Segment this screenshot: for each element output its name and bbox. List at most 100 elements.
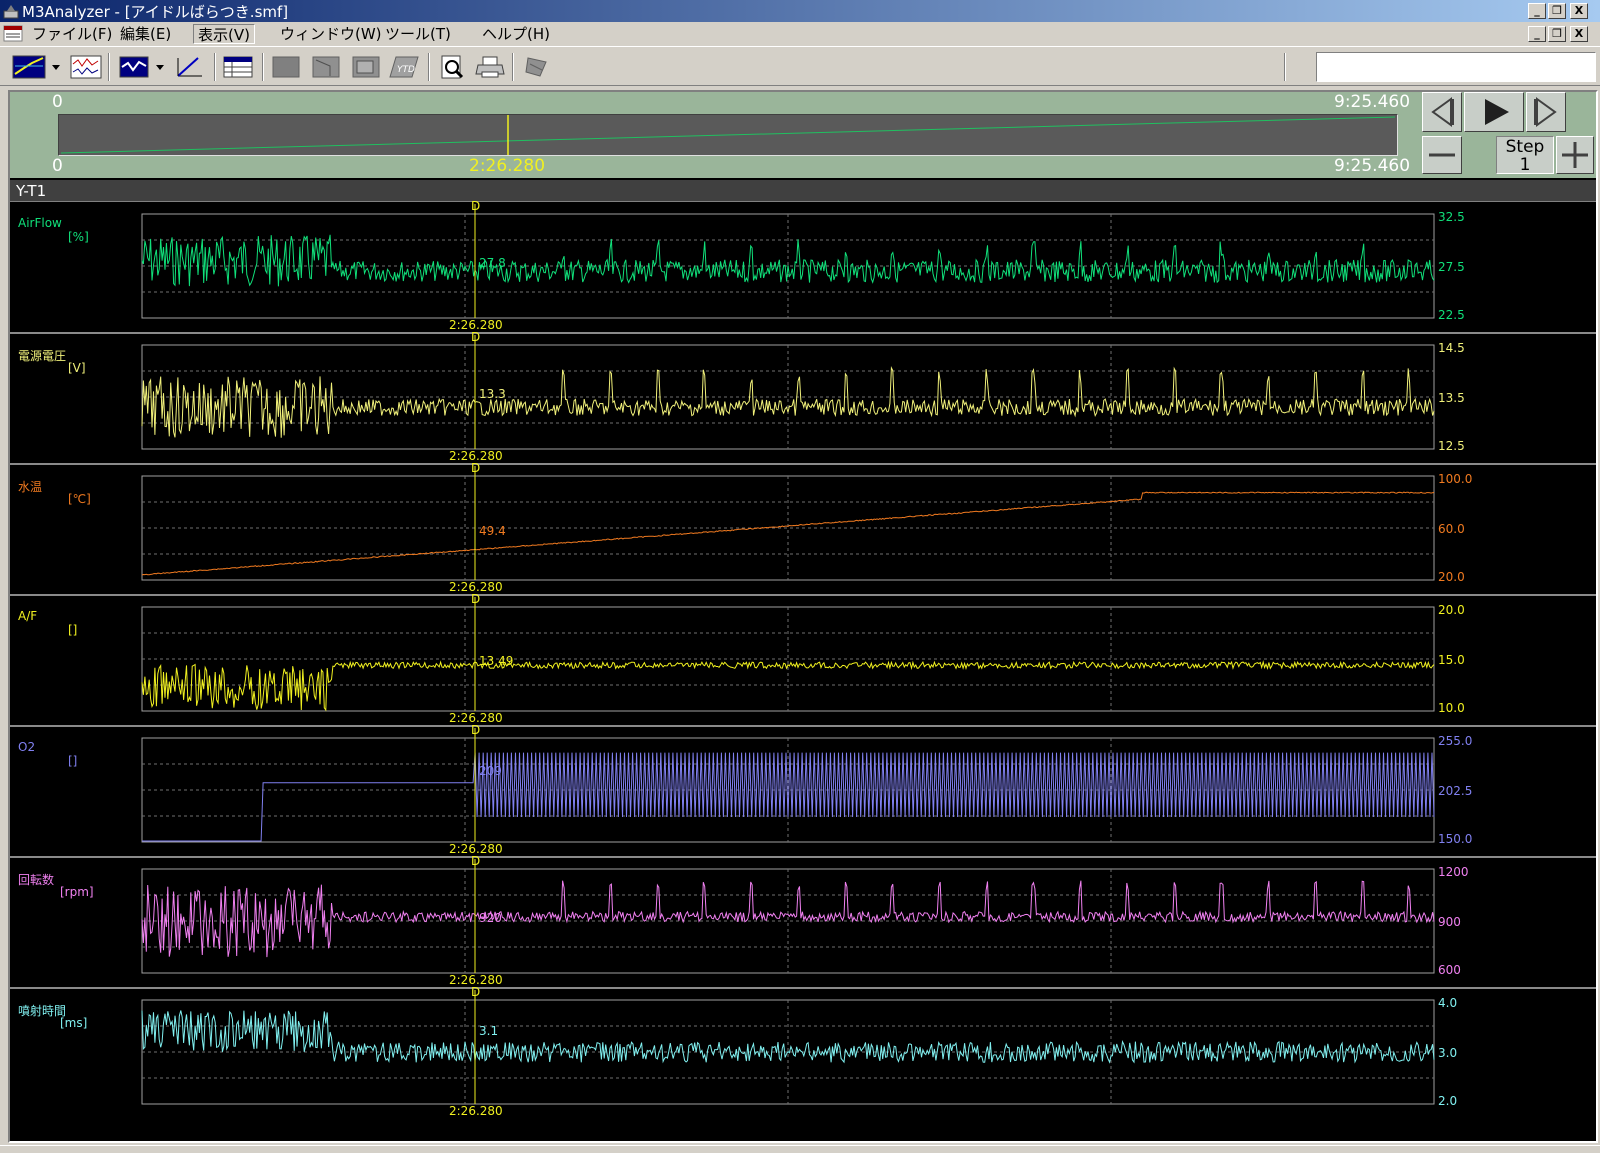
- timeline-start-bottom: 0: [52, 156, 63, 176]
- axis-tick-label: 150.0: [1438, 832, 1473, 846]
- print-preview-icon[interactable]: [436, 54, 468, 80]
- axis-tick-label: 255.0: [1438, 734, 1473, 748]
- play-icon: [1485, 99, 1509, 125]
- chevron-down-icon[interactable]: [154, 54, 166, 80]
- axis-tick-label: 10.0: [1438, 701, 1465, 715]
- measure-icon[interactable]: [174, 54, 206, 80]
- timeline-start-top: 0: [52, 92, 63, 112]
- toolbar-separator: [108, 53, 110, 81]
- timeline-cursor-time: 2:26.280: [469, 156, 546, 176]
- cursor-marker[interactable]: D: [471, 723, 480, 737]
- axis-tick-label: 100.0: [1438, 472, 1473, 486]
- menu-file[interactable]: ファイル(F): [28, 24, 116, 44]
- printer-icon[interactable]: [474, 54, 506, 80]
- axis-tick-label: 20.0: [1438, 603, 1465, 617]
- timeline-end-top: 9:25.460: [1334, 92, 1411, 112]
- cursor-value: 920: [479, 911, 502, 925]
- cursor-marker[interactable]: D: [471, 461, 480, 475]
- axis-tick-label: 13.5: [1438, 391, 1465, 405]
- cursor-value: 13.49: [479, 654, 514, 668]
- toolbar-separator: [214, 53, 216, 81]
- step-back-button[interactable]: [1422, 92, 1462, 132]
- channel-plot[interactable]: [10, 595, 1596, 726]
- ytd-icon[interactable]: YTD: [388, 54, 420, 80]
- layout-split-icon[interactable]: [310, 54, 342, 80]
- cursor-value: 49.4: [479, 524, 506, 538]
- cursor-marker[interactable]: D: [471, 854, 480, 868]
- axis-tick-label: 1200: [1438, 865, 1469, 879]
- menu-window[interactable]: ウィンドウ(W): [276, 24, 386, 44]
- axis-tick-label: 12.5: [1438, 439, 1465, 453]
- axis-tick-label: 20.0: [1438, 570, 1465, 584]
- minus-icon: [1429, 153, 1455, 157]
- channel-plot[interactable]: [10, 464, 1596, 595]
- play-button[interactable]: [1464, 92, 1524, 132]
- axis-tick-label: 4.0: [1438, 996, 1458, 1010]
- toolbar-separator: [262, 53, 264, 81]
- pane-title: Y-T1: [10, 180, 1596, 202]
- client-area: 0 9:25.460 0 2:26.280 9:25.460 Step 1 Y-…: [8, 90, 1598, 1143]
- channel-plot[interactable]: [10, 988, 1596, 1119]
- menu-bar: ファイル(F) 編集(E) 表示(V) ウィンドウ(W) ツール(T) ヘルプ(…: [0, 22, 1600, 46]
- channel-plot[interactable]: [10, 857, 1596, 988]
- minimize-button[interactable]: _: [1528, 3, 1546, 19]
- step-increase-button[interactable]: [1556, 136, 1594, 174]
- step-value: 1: [1519, 155, 1531, 175]
- channel-plot[interactable]: [10, 333, 1596, 464]
- axis-tick-label: 27.5: [1438, 260, 1465, 274]
- timeline-slider[interactable]: [58, 114, 1398, 156]
- channel-plot[interactable]: [10, 202, 1596, 333]
- channel-row: A/F[] D 13.49 2:26.280 20.0 15.0 10.0: [10, 592, 1596, 726]
- yt-graph-icon[interactable]: [12, 54, 46, 80]
- document-icon[interactable]: [3, 25, 23, 42]
- menu-help[interactable]: ヘルプ(H): [478, 24, 554, 44]
- layout-frame-icon[interactable]: [350, 54, 382, 80]
- channel-row: AirFlow [%] D 27.8 2:26.280 32.5 27.5 22.5: [10, 199, 1596, 333]
- axis-tick-label: 900: [1438, 915, 1461, 929]
- menu-edit[interactable]: 編集(E): [116, 24, 175, 44]
- restore-button[interactable]: ❐: [1548, 3, 1566, 19]
- close-button[interactable]: X: [1570, 3, 1588, 19]
- channel-row: 電源電圧 [V] D 13.3 2:26.280 14.5 13.5 12.5: [10, 330, 1596, 464]
- timeline-overview-trace: [60, 115, 1396, 155]
- chevron-down-icon[interactable]: [50, 54, 62, 80]
- menu-tools[interactable]: ツール(T): [381, 24, 455, 44]
- doc-minimize-button[interactable]: _: [1528, 26, 1546, 42]
- status-bar: [0, 1145, 1600, 1153]
- zoom-fit-icon[interactable]: [118, 54, 150, 80]
- layout-single-icon[interactable]: [270, 54, 302, 80]
- toolbar: YTD: [0, 46, 1600, 86]
- axis-tick-label: 22.5: [1438, 308, 1465, 322]
- data-table-icon[interactable]: [222, 54, 254, 80]
- cursor-marker[interactable]: D: [471, 592, 480, 606]
- channel-plot[interactable]: [10, 726, 1596, 857]
- cursor-marker[interactable]: D: [471, 330, 480, 344]
- timeline-end-bottom: 9:25.460: [1334, 156, 1411, 176]
- doc-close-button[interactable]: X: [1570, 26, 1588, 42]
- plus-icon: [1562, 142, 1588, 168]
- doc-restore-button[interactable]: ❐: [1548, 26, 1566, 42]
- title-bar: M3Analyzer - [アイドルばらつき.smf] _ ❐ X: [0, 0, 1600, 22]
- step-decrease-button[interactable]: [1422, 136, 1462, 174]
- toolbar-search-field[interactable]: [1316, 52, 1596, 82]
- step-back-icon: [1431, 97, 1454, 127]
- menu-view[interactable]: 表示(V): [193, 24, 255, 44]
- step-label: Step: [1505, 137, 1545, 157]
- cursor-marker[interactable]: D: [471, 985, 480, 999]
- yt-chart-area: AirFlow [%] D 27.8 2:26.280 32.5 27.5 22.5 電源電圧[…: [10, 199, 1596, 1141]
- step-forward-button[interactable]: [1526, 92, 1566, 132]
- waveform-icon[interactable]: [70, 54, 102, 80]
- toolbar-separator: [1284, 53, 1286, 81]
- axis-tick-label: 60.0: [1438, 522, 1465, 536]
- window-title: M3Analyzer - [アイドルばらつき.smf]: [22, 3, 289, 21]
- timeline-panel: 0 9:25.460 0 2:26.280 9:25.460 Step 1: [10, 92, 1596, 178]
- app-icon: [3, 5, 19, 19]
- axis-tick-label: 600: [1438, 963, 1461, 977]
- cursor-value: 3.1: [479, 1024, 499, 1038]
- plugin-icon[interactable]: [520, 54, 552, 80]
- cursor-marker[interactable]: D: [471, 199, 480, 213]
- step-display: Step 1: [1496, 136, 1554, 174]
- channel-row: 噴射時間 [ms] D 3.1 2:26.280 4.0 3.0 2.0: [10, 985, 1596, 1119]
- cursor-time: 2:26.280: [449, 1104, 503, 1118]
- axis-tick-label: 3.0: [1438, 1046, 1458, 1060]
